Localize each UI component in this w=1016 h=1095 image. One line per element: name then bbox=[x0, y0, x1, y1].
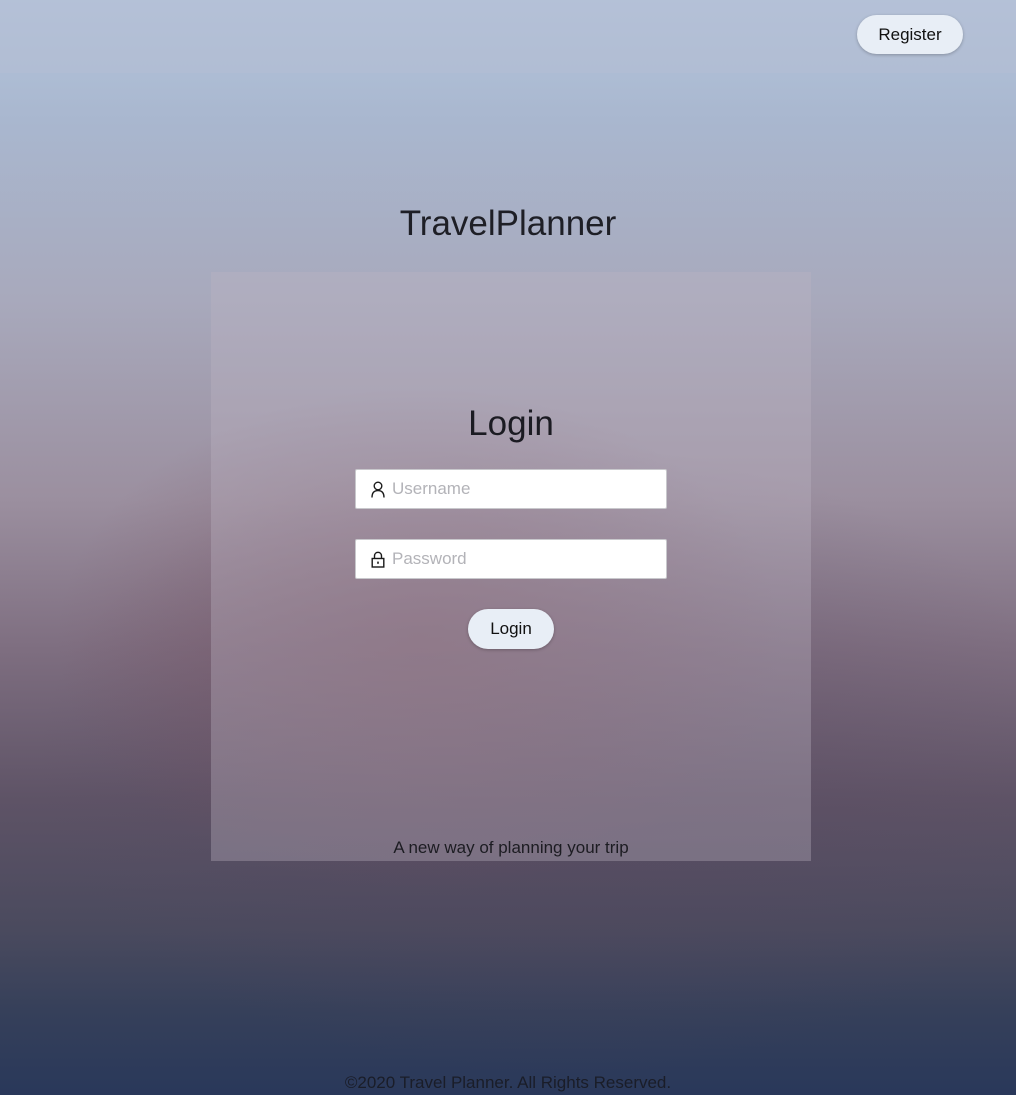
password-input[interactable] bbox=[392, 540, 666, 578]
footer-copyright: ©2020 Travel Planner. All Rights Reserve… bbox=[344, 1073, 672, 1092]
tagline: A new way of planning your trip bbox=[393, 838, 629, 857]
user-icon bbox=[370, 480, 386, 498]
password-field[interactable] bbox=[355, 539, 667, 579]
login-title: Login bbox=[468, 404, 554, 443]
username-input[interactable] bbox=[392, 470, 666, 508]
top-bar: Register bbox=[0, 0, 1016, 73]
login-button[interactable]: Login bbox=[468, 609, 554, 649]
lock-icon bbox=[370, 550, 386, 568]
login-card: Login Login A new way of planning your t… bbox=[211, 272, 811, 861]
register-button[interactable]: Register bbox=[857, 15, 963, 54]
username-field[interactable] bbox=[355, 469, 667, 509]
page-title: TravelPlanner bbox=[399, 204, 617, 243]
